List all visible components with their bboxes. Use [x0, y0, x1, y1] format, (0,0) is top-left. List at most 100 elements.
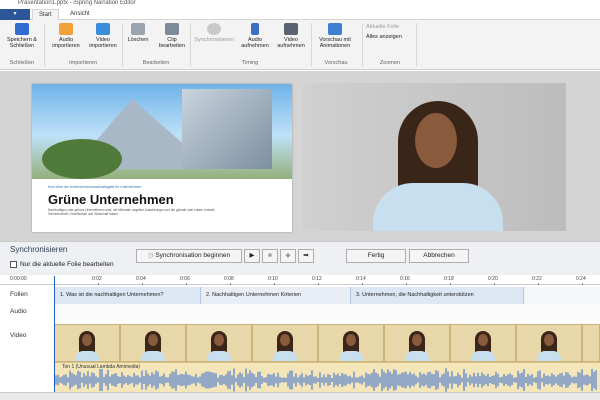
slide-photo — [32, 84, 292, 179]
timeline-tick-mark — [406, 283, 407, 285]
audio-track — [54, 304, 600, 324]
video-thumbnail — [318, 324, 384, 362]
timeline-tick-label: 0:04 — [136, 276, 146, 282]
video-thumbnail — [384, 324, 450, 362]
record-video-button[interactable]: Video aufnehmen — [274, 23, 308, 49]
trash-icon — [131, 23, 145, 35]
waveform — [55, 368, 597, 392]
slide-segment[interactable]: 2. Nachhaltigen Unternehmen Kriterien — [201, 287, 351, 304]
zoom-all-label: Alles anzeigen — [366, 34, 402, 40]
building-shape — [182, 89, 272, 169]
group-label: Bearbeiten — [142, 60, 170, 66]
ribbon: Speichern & Schließen Audio importieren … — [0, 20, 600, 70]
stopwatch-icon — [207, 23, 221, 35]
video-thumbnail — [252, 324, 318, 362]
film-icon — [96, 23, 110, 35]
horizontal-scrollbar[interactable] — [0, 392, 600, 400]
record-audio-label: Audio aufnehmen — [241, 37, 269, 49]
tab-start[interactable]: Start — [32, 9, 59, 20]
timeline-tick-label: 0:24 — [576, 276, 586, 282]
video-thumbnail — [186, 324, 252, 362]
separator — [190, 23, 191, 67]
synchronize-button[interactable]: Synchronisieren — [192, 23, 236, 43]
tab-ansicht[interactable]: Ansicht — [64, 9, 96, 20]
presenter-face — [415, 113, 457, 168]
record-video-label: Video aufnehmen — [277, 37, 305, 49]
timeline-ruler — [0, 275, 600, 285]
playhead[interactable] — [54, 276, 55, 396]
slide-segment[interactable]: 3. Unternehmen, die Nachhaltigkeit unter… — [351, 287, 524, 304]
camera-icon — [284, 23, 298, 35]
delete-label: Löschen — [127, 37, 149, 43]
begin-sync-label: Synchronisation beginnen — [155, 252, 231, 259]
zoom-current-slide[interactable]: Aktuelle Folie — [366, 24, 399, 30]
video-thumbnail — [120, 324, 186, 362]
slides-track-label: Folien — [10, 291, 28, 298]
play-button[interactable]: ▶ — [244, 249, 260, 263]
record-audio-button[interactable]: Audio aufnehmen — [238, 23, 272, 49]
next-slide-button[interactable]: ➡ — [298, 249, 314, 263]
timeline-tick-label: 0:14 — [356, 276, 366, 282]
group-label: Zoomen — [379, 60, 401, 66]
cancel-button[interactable]: Abbrechen — [409, 249, 469, 263]
video-track-label: Video — [10, 332, 27, 339]
slide-description: Nachhaltiges oder grünes Unternehmen sin… — [48, 208, 216, 216]
slide-kicker: Kurs über die Unternehmensnachhaltigkeit… — [48, 185, 142, 189]
current-slide-checkbox[interactable] — [10, 261, 17, 268]
title-bar: Präsentation1.pptx - iSpring Narration E… — [0, 0, 600, 9]
edit-clip-button[interactable]: Clip bearbeiten — [156, 23, 188, 49]
timeline-tick-label: 0:02 — [92, 276, 102, 282]
timeline-tick-mark — [538, 283, 539, 285]
group-label: Schließen — [9, 60, 35, 66]
window-title: Präsentation1.pptx - iSpring Narration E… — [18, 0, 136, 6]
separator — [311, 23, 312, 67]
import-video-button[interactable]: Video importieren — [86, 23, 120, 49]
timeline-start: 0:00:00 — [10, 276, 27, 282]
preview-button[interactable]: Vorschau mit Animationen — [313, 23, 357, 49]
timeline-tick-label: 0:08 — [224, 276, 234, 282]
timeline-tick-label: 0:22 — [532, 276, 542, 282]
import-audio-button[interactable]: Audio importieren — [47, 23, 85, 49]
delete-button[interactable]: Löschen — [124, 23, 152, 43]
preview-label: Vorschau mit Animationen — [319, 37, 351, 49]
slide-title: Grüne Unternehmen — [48, 192, 174, 207]
timeline-tick-mark — [274, 283, 275, 285]
timeline-tick-label: 0:12 — [312, 276, 322, 282]
presenter-body — [373, 183, 503, 231]
group-label: Timing — [241, 60, 259, 66]
save-close-button[interactable]: Speichern & Schließen — [4, 23, 40, 49]
clip-icon — [165, 23, 179, 35]
zoom-current-label: Aktuelle Folie — [366, 24, 400, 30]
synchronize-label: Synchronisieren — [194, 37, 234, 43]
timeline-tick-label: 0:10 — [268, 276, 278, 282]
video-thumbnail — [516, 324, 582, 362]
file-menu-button[interactable]: ▾ — [0, 9, 30, 20]
stop-button[interactable]: ■ — [262, 249, 278, 263]
microphone-icon — [251, 23, 259, 35]
timeline-tick-label: 0:16 — [400, 276, 410, 282]
import-video-label: Video importieren — [89, 37, 117, 49]
slide-segment[interactable]: 1. Was ist die nachhaltigen Unternehmen? — [55, 287, 201, 304]
separator — [362, 23, 363, 67]
zoom-show-all[interactable]: Alles anzeigen — [366, 34, 402, 40]
audio-track-label: Audio — [10, 308, 27, 315]
tree-shape — [42, 139, 122, 179]
separator — [416, 23, 417, 67]
timeline-tick-label: 0:20 — [488, 276, 498, 282]
timeline-tick-mark — [142, 283, 143, 285]
timeline-tick-label: 0:06 — [180, 276, 190, 282]
back-button[interactable]: ◆ — [280, 249, 296, 263]
sync-title: Synchronisieren — [10, 245, 68, 254]
timeline-tick-mark — [494, 283, 495, 285]
audio-clip[interactable]: Ton 1 (Unusual Lambda Amimedia) — [54, 362, 600, 392]
video-preview — [303, 83, 566, 231]
current-slide-checkbox-label: Nur die aktuelle Folie bearbeiten — [20, 261, 114, 268]
timeline-tick-mark — [318, 283, 319, 285]
save-icon — [15, 23, 29, 35]
done-button[interactable]: Fertig — [346, 249, 406, 263]
begin-sync-button[interactable]: ◷ Synchronisation beginnen — [136, 249, 242, 263]
edit-clip-label: Clip bearbeiten — [159, 37, 185, 49]
import-audio-label: Audio importieren — [52, 37, 80, 49]
video-thumbnail — [450, 324, 516, 362]
separator — [44, 23, 45, 67]
